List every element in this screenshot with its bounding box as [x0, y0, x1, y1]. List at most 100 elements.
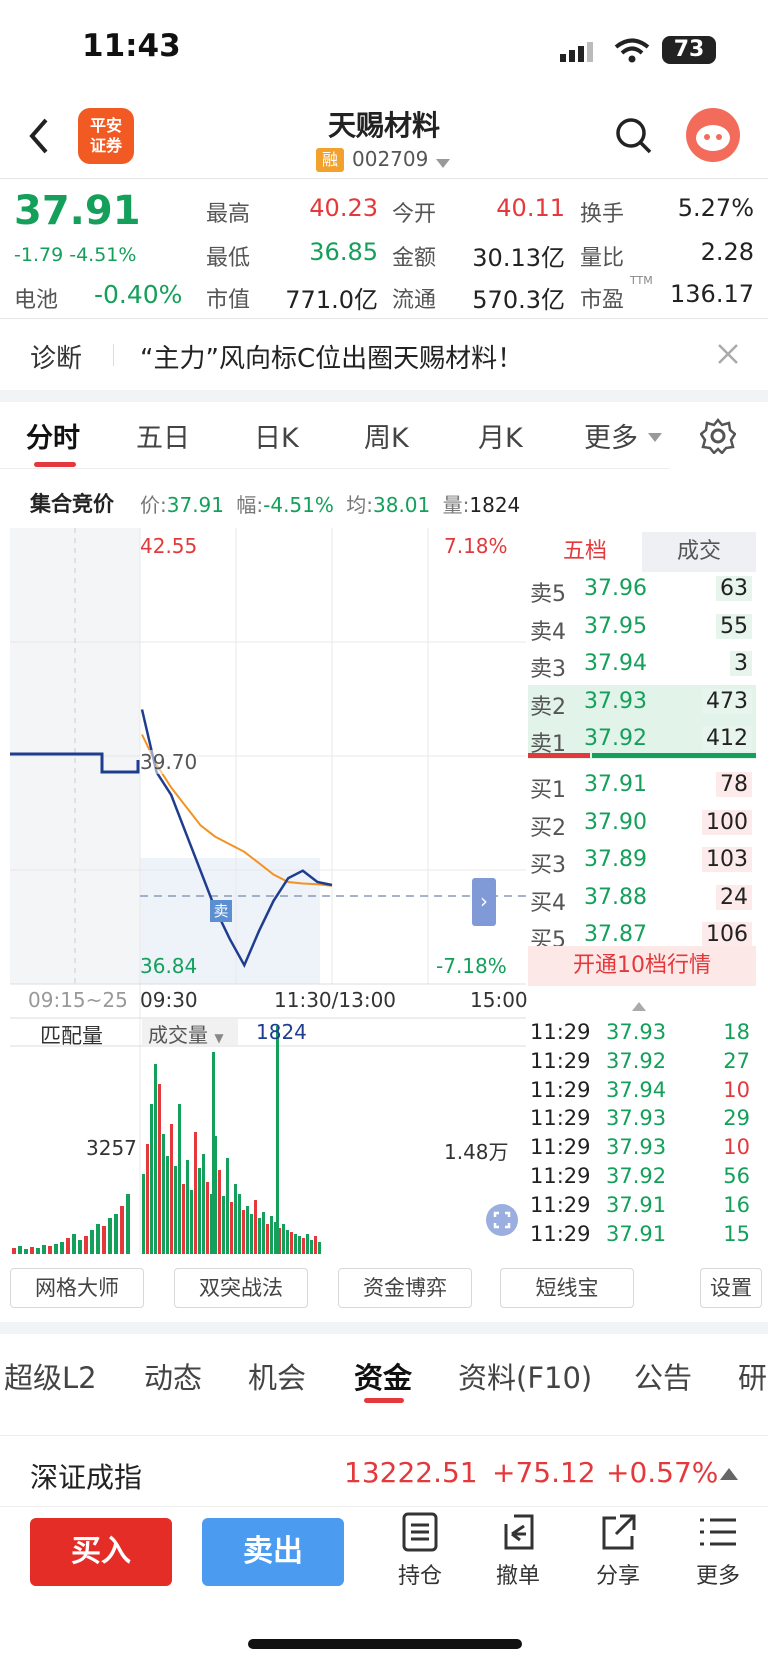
subtab-3[interactable]: 资金	[354, 1355, 412, 1397]
volume-bar	[218, 1170, 221, 1254]
home-indicator[interactable]	[248, 1639, 522, 1649]
subtab-0[interactable]: 超级L2	[4, 1355, 97, 1397]
close-icon[interactable]	[716, 342, 740, 366]
tab-3[interactable]: 周K	[364, 416, 409, 455]
subtab-4[interactable]: 资料(F10)	[458, 1355, 592, 1397]
tab-0[interactable]: 分时	[26, 416, 80, 455]
volume-bar	[182, 1184, 185, 1254]
order-book-label: 买2	[530, 815, 566, 841]
sell-button[interactable]: 卖出	[202, 1518, 344, 1586]
order-book-row[interactable]: 买1 37.91 78	[528, 768, 756, 805]
trade-tick-row: 11:29 37.91 15	[528, 1222, 756, 1250]
tick-volume: 10	[723, 1077, 750, 1102]
order-book-row[interactable]: 卖4 37.95 55	[528, 610, 756, 647]
positions-button[interactable]: 持仓	[390, 1512, 450, 1590]
stock-code[interactable]: 002709	[352, 147, 428, 171]
diagnosis-bar[interactable]: 诊断 “主力”风向标C位出圈天赐材料！	[0, 318, 768, 390]
volume-bar	[166, 1156, 169, 1254]
subtab-1[interactable]: 动态	[144, 1355, 202, 1397]
diagnosis-text[interactable]: “主力”风向标C位出圈天赐材料！	[140, 338, 523, 375]
quote-field-label: 今开	[392, 202, 437, 227]
sell-signal-tag[interactable]: 卖	[210, 900, 232, 922]
index-percent: +0.57%	[606, 1456, 719, 1489]
tab-1[interactable]: 五日	[136, 416, 190, 455]
active-tab-indicator	[34, 462, 76, 467]
fullscreen-icon[interactable]	[486, 1204, 518, 1236]
bid-ask-ratio-bar	[528, 753, 756, 758]
buy-button[interactable]: 买入	[30, 1518, 172, 1586]
volume-bar	[238, 1194, 241, 1254]
volume-bar	[202, 1154, 205, 1254]
volume-bar	[206, 1182, 209, 1254]
tab-5[interactable]: 更多	[584, 416, 638, 455]
subtab-2[interactable]: 机会	[248, 1355, 306, 1397]
order-book-price: 37.96	[584, 576, 647, 601]
order-book-row[interactable]: 卖2 37.93 473	[528, 684, 756, 722]
search-icon[interactable]	[614, 116, 654, 156]
tool-button-3[interactable]: 短线宝	[500, 1268, 634, 1308]
volume-bar	[150, 1104, 153, 1254]
tool-button-0[interactable]: 网格大师	[10, 1268, 144, 1308]
caret-up-icon[interactable]	[720, 1466, 738, 1480]
chart-expand-handle[interactable]: ›	[472, 878, 496, 926]
order-book-volume: 103	[702, 847, 752, 873]
caret-up-icon[interactable]	[632, 996, 646, 1011]
subtab-6[interactable]: 研	[738, 1355, 767, 1397]
order-book-label: 卖4	[530, 619, 566, 645]
volume-value: 1824	[256, 1020, 307, 1044]
tick-volume: 56	[723, 1164, 750, 1188]
auction-stats: 价:37.91 幅:-4.51% 均:38.01 量:1824	[140, 489, 520, 518]
tab-trades[interactable]: 成交	[642, 532, 756, 572]
sector-label: 电池	[14, 288, 59, 313]
order-book-row[interactable]: 买3 37.89 103	[528, 843, 756, 880]
wifi-icon	[614, 38, 650, 64]
volume-bar	[254, 1200, 257, 1254]
quote-field-value: 36.85	[309, 238, 378, 266]
cancel-order-button[interactable]: 撤单	[488, 1512, 548, 1590]
order-book-row[interactable]: 卖3 37.94 3	[528, 647, 756, 684]
volume-axis-left: 3257	[86, 1136, 137, 1160]
gear-icon[interactable]	[699, 417, 737, 455]
volume-bar	[24, 1249, 28, 1254]
order-book-row[interactable]: 卖5 37.96 63	[528, 572, 756, 609]
quote-field-label: 最高	[206, 202, 251, 227]
auction-avg: 38.01	[373, 493, 431, 517]
quote-field-label: 流通	[392, 288, 437, 313]
upgrade-level10-button[interactable]: 开通10档行情	[528, 946, 756, 986]
index-ticker[interactable]: 深证成指 13222.51 +75.12 +0.57%	[0, 1435, 768, 1507]
index-name: 深证成指	[30, 1461, 143, 1494]
chart-low-price: 36.84	[140, 954, 198, 978]
tool-button-4[interactable]: 设置	[700, 1268, 762, 1308]
order-book-volume: 3	[730, 651, 752, 677]
tab-2[interactable]: 日K	[254, 416, 299, 455]
share-button[interactable]: 分享	[588, 1512, 648, 1590]
tick-price: 37.93	[606, 1106, 667, 1131]
order-book-label: 卖5	[530, 582, 566, 607]
volume-bar	[318, 1242, 321, 1254]
order-book-row[interactable]: 买4 37.88 24	[528, 881, 756, 918]
assistant-avatar[interactable]	[686, 108, 740, 162]
volume-bar	[158, 1084, 161, 1254]
volume-selector[interactable]: 成交量 ▼	[142, 1019, 238, 1047]
tab-order-book[interactable]: 五档	[528, 532, 642, 572]
chevron-down-icon[interactable]	[648, 428, 662, 442]
volume-bar	[78, 1240, 82, 1254]
volume-bar	[96, 1224, 100, 1254]
order-book-row[interactable]: 买2 37.90 100	[528, 806, 756, 843]
auction-price: 37.91	[166, 493, 225, 517]
tool-button-2[interactable]: 资金博弈	[338, 1268, 472, 1308]
more-button[interactable]: 更多	[688, 1512, 748, 1590]
volume-bar	[270, 1216, 273, 1254]
share-icon	[598, 1512, 638, 1552]
divider	[113, 344, 114, 366]
tick-volume: 15	[723, 1221, 750, 1246]
diagnosis-label: 诊断	[30, 344, 83, 374]
tab-4[interactable]: 月K	[478, 416, 523, 455]
quote-field-value: 40.11	[496, 194, 565, 222]
tool-button-1[interactable]: 双突战法	[174, 1268, 308, 1308]
caret-down-icon[interactable]	[436, 154, 450, 168]
subtab-5[interactable]: 公告	[634, 1355, 692, 1397]
auction-pct-label: 幅:	[236, 493, 264, 517]
order-book-volume: 55	[716, 613, 752, 639]
intraday-chart[interactable]: 42.55 7.18% 39.70 36.84 -7.18% 卖 › 09:15…	[10, 528, 528, 1254]
